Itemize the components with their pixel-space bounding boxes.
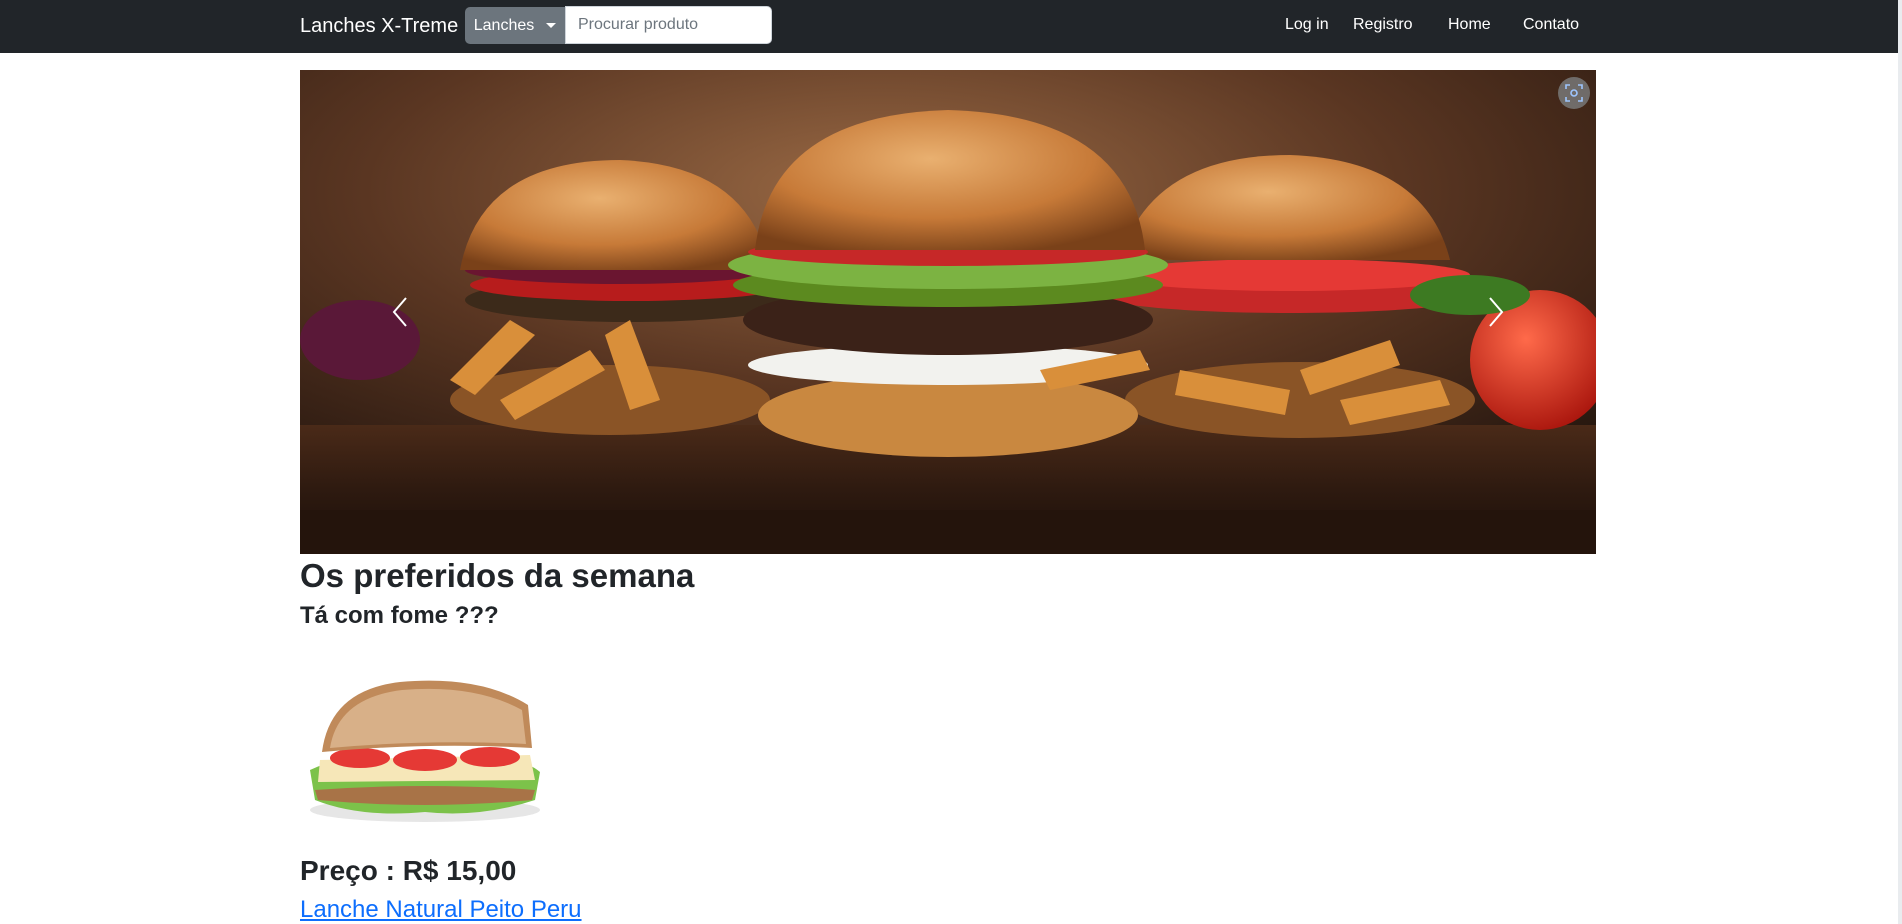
- category-dropdown-label: Lanches: [473, 16, 535, 34]
- hero-carousel: [300, 70, 1596, 554]
- burger-hero-image: [300, 70, 1596, 554]
- chevron-left-icon: [392, 297, 407, 327]
- visual-search-icon: [1565, 84, 1583, 102]
- caret-down-icon: [546, 23, 557, 28]
- product-name-link[interactable]: Lanche Natural Peito Peru: [300, 895, 582, 924]
- contact-link[interactable]: Contato: [1523, 15, 1579, 35]
- section-title: Os preferidos da semana: [300, 557, 695, 594]
- brand-link[interactable]: Lanches X-Treme: [300, 13, 458, 39]
- visual-search-button[interactable]: [1558, 77, 1590, 109]
- category-dropdown-button[interactable]: Lanches: [465, 7, 565, 44]
- carousel-next-button[interactable]: [1476, 292, 1516, 332]
- chevron-right-icon: [1489, 297, 1504, 327]
- section-subtitle: Tá com fome ???: [300, 602, 499, 629]
- login-link[interactable]: Log in: [1285, 15, 1329, 35]
- home-link[interactable]: Home: [1448, 15, 1491, 35]
- top-navbar: Lanches X-Treme Lanches Log in Registro …: [0, 0, 1902, 53]
- scrollbar[interactable]: [1898, 0, 1902, 924]
- product-price: Preço : R$ 15,00: [300, 855, 517, 886]
- carousel-prev-button[interactable]: [380, 292, 420, 332]
- register-link[interactable]: Registro: [1353, 15, 1413, 35]
- search-input[interactable]: [565, 6, 772, 44]
- product-image[interactable]: [300, 660, 550, 825]
